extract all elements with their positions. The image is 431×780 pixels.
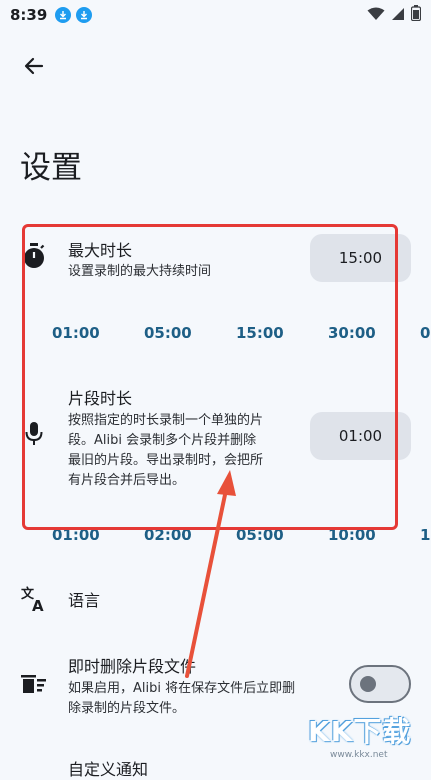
setting-segment-duration[interactable]: 片段时长 按照指定的时长录制一个单独的片 段。Alibi 会录制多个片段并删除 …	[0, 380, 431, 500]
segment-duration-value-button[interactable]: 01:00	[310, 412, 411, 460]
max-duration-options: 01:00 05:00 15:00 30:00 0	[0, 324, 431, 348]
delete-sweep-icon	[20, 670, 48, 698]
back-button[interactable]	[18, 52, 50, 84]
watermark-url: www.kkx.net	[330, 750, 388, 760]
max-duration-value-button[interactable]: 15:00	[310, 234, 411, 282]
page-title: 设置	[20, 150, 82, 186]
max-duration-description: 设置录制的最大持续时间	[68, 264, 212, 279]
delete-segments-toggle[interactable]	[349, 665, 411, 703]
watermark-logo: KK下载	[308, 715, 412, 748]
max-duration-title: 最大时长	[68, 241, 133, 260]
segment-duration-options: 01:00 02:00 05:00 10:00 1	[0, 526, 431, 546]
language-title: 语言	[68, 591, 101, 610]
status-bar: 8:39	[0, 0, 431, 30]
setting-max-duration[interactable]: 最大时长 设置录制的最大持续时间 15:00	[0, 224, 431, 294]
segment-duration-option[interactable]: 10:00	[328, 526, 376, 544]
custom-notification-title: 自定义通知	[68, 760, 149, 779]
segment-duration-title: 片段时长	[68, 389, 133, 408]
max-duration-option[interactable]: 05:00	[144, 324, 192, 342]
segment-duration-option[interactable]: 01:00	[52, 526, 100, 544]
segment-duration-option[interactable]: 1	[420, 526, 430, 544]
segment-duration-description-line: 最旧的片段。导出录制时，会把所	[68, 453, 264, 468]
arrow-left-icon	[22, 54, 46, 82]
max-duration-option[interactable]: 15:00	[236, 324, 284, 342]
segment-duration-option[interactable]: 05:00	[236, 526, 284, 544]
microphone-icon	[20, 420, 48, 448]
max-duration-option[interactable]: 0	[420, 324, 430, 342]
translate-icon: 文A	[20, 584, 48, 612]
segment-duration-option[interactable]: 02:00	[144, 526, 192, 544]
svg-text:A: A	[32, 597, 44, 612]
download-icon	[55, 7, 72, 23]
delete-segments-title: 即时删除片段文件	[68, 657, 197, 676]
segment-duration-description-line: 有片段合并后导出。	[68, 473, 186, 488]
wifi-icon	[367, 6, 385, 25]
timer-icon	[20, 242, 48, 270]
status-time: 8:39	[10, 6, 48, 24]
download-icon	[76, 7, 93, 23]
delete-segments-description-line: 除录制的片段文件。	[68, 701, 186, 716]
segment-duration-description-line: 按照指定的时长录制一个单独的片	[68, 413, 264, 428]
segment-duration-description-line: 段。Alibi 会录制多个片段并删除	[68, 433, 257, 448]
max-duration-option[interactable]: 01:00	[52, 324, 100, 342]
battery-icon	[410, 5, 422, 25]
delete-segments-description-line: 如果启用，Alibi 将在保存文件后立即删	[68, 681, 296, 696]
signal-icon	[391, 6, 405, 25]
setting-language[interactable]: 文A 语言	[0, 578, 431, 622]
max-duration-option[interactable]: 30:00	[328, 324, 376, 342]
toggle-knob	[360, 676, 376, 692]
